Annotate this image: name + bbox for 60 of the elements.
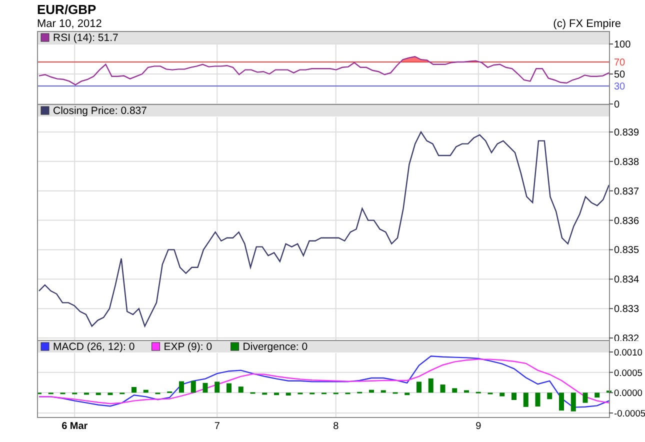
axis-label: 0.837 [614,186,640,198]
divergence-bar [452,388,458,393]
divergence-bar [416,382,422,393]
divergence-bar [84,392,89,395]
divergence-bar [96,392,101,396]
divergence-bar [380,390,386,393]
divergence-bar [286,392,291,396]
divergence-bar [535,392,540,406]
axis-label: 0.839 [614,128,640,138]
divergence-bar [500,392,505,396]
axis-label: 8 [333,421,339,432]
divergence-bar [214,382,220,393]
divergence-bar [132,386,136,393]
axis-label: 0.0010 [614,348,642,358]
divergence-bar [143,390,148,393]
axis-label: 100 [614,40,631,50]
axis-label: 0.834 [614,274,640,286]
axis-label: 0.838 [614,156,640,168]
axis-label: 0.836 [614,216,640,227]
axis-label: 6 Mar [62,421,88,432]
divergence-bar [440,384,446,393]
divergence-bar [226,383,232,393]
divergence-bar [559,392,564,411]
divergence-bar [238,386,244,393]
copyright-label: (c) FX Empire [553,18,621,31]
date-label: Mar 10, 2012 [37,18,102,31]
divergence-bar [108,392,113,396]
axis-label: -0.0005 [614,408,645,418]
axis-label: 7 [214,421,220,432]
axis-label: 50 [614,70,626,80]
chart-title: EUR/GBP [37,2,96,18]
legend-label: Closing Price: 0.837 [53,105,147,117]
divergence-bar [274,392,279,396]
axis-label: 9 [476,421,482,432]
legend-label: RSI (14): 51.7 [53,32,118,44]
divergence-bar [606,390,612,393]
axis-label: 0 [614,100,620,110]
axis-label: 0.0000 [614,388,642,398]
divergence-bar [179,381,184,393]
divergence-bar [369,390,374,393]
divergence-bar [404,392,410,396]
divergence-bar [428,378,434,393]
axis-label: 0.835 [614,245,640,256]
divergence-bar [594,392,600,398]
axis-label: 70 [614,58,626,68]
divergence-bar [464,390,469,393]
legend-label: MACD (26, 12): 0 [53,341,135,353]
legend-label: Divergence: 0 [242,341,308,353]
divergence-bar [523,392,528,407]
axis-label: 0.833 [614,304,640,316]
divergence-bar [512,392,516,400]
divergence-bar [190,380,196,393]
divergence-bar [582,392,588,403]
divergence-bar [547,392,552,400]
divergence-bar [262,392,268,395]
legend-label: EXP (9): 0 [164,341,212,353]
divergence-bar [202,382,208,393]
divergence-bar [570,392,576,412]
axis-label: 0.0005 [614,368,642,378]
axis-label: 30 [614,82,626,92]
